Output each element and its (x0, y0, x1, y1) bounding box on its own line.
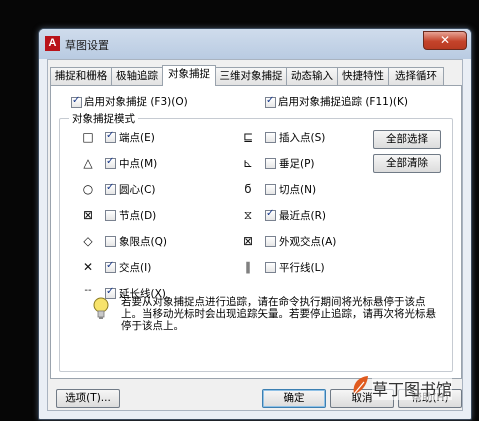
tangent-checkbox[interactable] (265, 184, 276, 195)
endpoint-marker-icon: □ (82, 130, 94, 144)
parallel-marker-icon: ∥ (245, 260, 251, 274)
center-checkbox[interactable] (105, 182, 116, 195)
tab-snap-grid[interactable]: 捕捉和栅格 (50, 67, 112, 85)
enable-tracking-label: 启用对象捕捉追踪 (F11)(K) (278, 96, 409, 108)
watermark-text: 草丁图书馆 (372, 376, 453, 400)
enable-osnap-checkbox[interactable] (71, 95, 82, 108)
enable-tracking-checkbox[interactable] (265, 95, 276, 108)
title-bar[interactable]: A 草图设置 ✕ (39, 29, 471, 59)
endpoint-label: 端点(E) (119, 132, 155, 144)
apparent-intersection-label: 外观交点(A) (279, 236, 337, 248)
parallel-checkbox[interactable] (265, 262, 276, 273)
enable-osnap-label: 启用对象捕捉 (F3)(O) (84, 96, 188, 108)
node-label: 节点(D) (119, 210, 157, 222)
apparent-intersection-checkbox[interactable] (265, 236, 276, 247)
intersection-marker-icon: ✕ (82, 260, 94, 274)
tab-selection-cycling[interactable]: 选择循环 (388, 67, 444, 85)
insertion-label: 插入点(S) (279, 132, 326, 144)
close-button[interactable]: ✕ (423, 31, 467, 50)
window-title: 草图设置 (65, 39, 109, 52)
intersection-label: 交点(I) (119, 262, 152, 274)
tab-polar-tracking[interactable]: 极轴追踪 (111, 67, 163, 85)
center-marker-icon: ○ (82, 182, 94, 196)
quadrant-label: 象限点(Q) (119, 236, 167, 248)
object-snap-panel: 启用对象捕捉 (F3)(O) 启用对象捕捉追踪 (F11)(K) 对象捕捉模式 … (50, 85, 462, 379)
perpendicular-label: 垂足(P) (279, 158, 315, 170)
watermark-leaf-icon (353, 376, 368, 395)
perpendicular-checkbox[interactable] (265, 158, 276, 169)
quadrant-checkbox[interactable] (105, 236, 116, 247)
tab-object-snap[interactable]: 对象捕捉 (162, 65, 216, 86)
insertion-checkbox[interactable] (265, 132, 276, 143)
midpoint-checkbox[interactable] (105, 156, 116, 169)
center-label: 圆心(C) (119, 184, 156, 196)
insertion-marker-icon: ⊑ (242, 130, 254, 144)
node-marker-icon: ⊠ (82, 208, 94, 222)
midpoint-label: 中点(M) (119, 158, 158, 170)
select-all-button[interactable]: 全部选择 (373, 130, 441, 149)
quadrant-marker-icon: ◇ (83, 234, 93, 248)
options-button[interactable]: 选项(T)... (56, 389, 120, 408)
midpoint-marker-icon: △ (83, 156, 93, 170)
nearest-checkbox[interactable] (265, 208, 276, 221)
tab-dynamic-input[interactable]: 动态输入 (286, 67, 338, 85)
tracking-hint-text: 若要从对象捕捉点进行追踪，请在命令执行期间将光标悬停于该点上。当移动光标时会出现… (121, 296, 436, 332)
ok-button[interactable]: 确定 (262, 389, 326, 408)
autocad-logo-icon: A (45, 36, 60, 51)
apparent-intersection-marker-icon: ⊠ (242, 234, 254, 248)
tangent-marker-icon: ϭ (244, 182, 252, 196)
lightbulb-icon (93, 297, 109, 319)
perpendicular-marker-icon: ⊾ (242, 156, 254, 170)
parallel-label: 平行线(L) (279, 262, 325, 274)
intersection-checkbox[interactable] (105, 260, 116, 273)
nearest-label: 最近点(R) (279, 210, 326, 222)
tab-quick-properties[interactable]: 快捷特性 (337, 67, 389, 85)
clear-all-button[interactable]: 全部清除 (373, 154, 441, 173)
nearest-marker-icon: ⧖ (243, 208, 253, 222)
snap-modes-group-title: 对象捕捉模式 (69, 111, 138, 126)
endpoint-checkbox[interactable] (105, 130, 116, 143)
tab-3d-object-snap[interactable]: 三维对象捕捉 (215, 67, 287, 85)
node-checkbox[interactable] (105, 210, 116, 221)
tangent-label: 切点(N) (279, 184, 317, 196)
